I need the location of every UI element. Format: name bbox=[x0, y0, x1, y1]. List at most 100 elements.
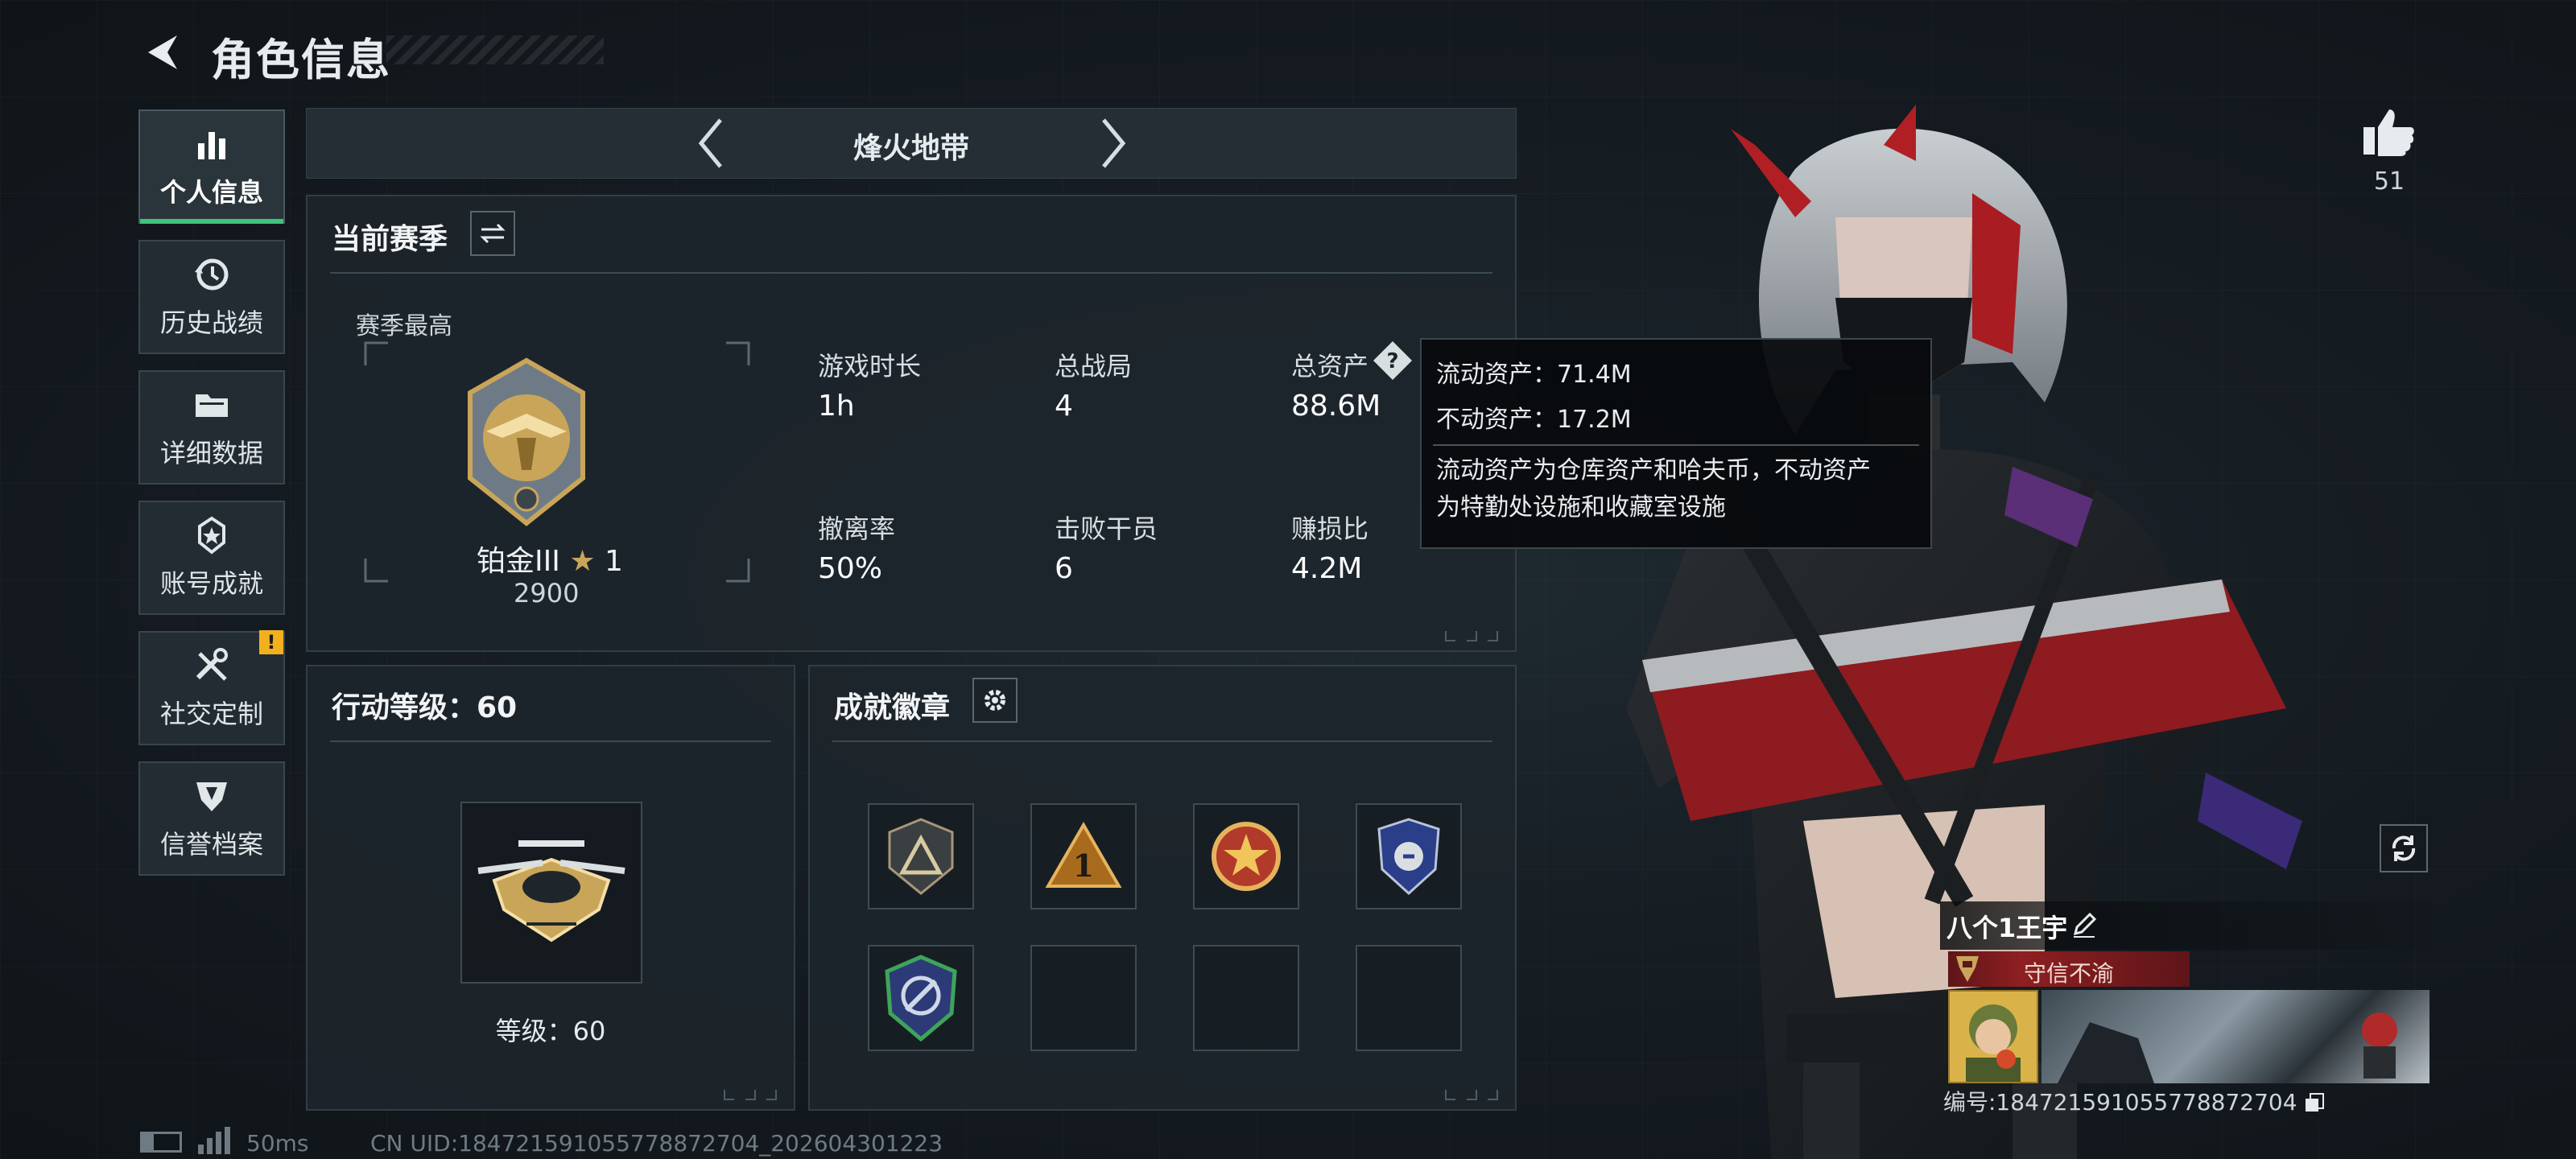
sidebar-item-history[interactable]: 历史战绩 bbox=[138, 240, 285, 354]
mode-selector: 烽火地带 bbox=[306, 108, 1517, 179]
stat-value-profit-loss: 4.2M bbox=[1291, 552, 1363, 585]
helicopter-emblem-icon bbox=[477, 840, 625, 942]
sidebar-item-personal-info[interactable]: 个人信息 bbox=[138, 109, 285, 224]
ping-value: 50ms bbox=[246, 1130, 309, 1157]
divider bbox=[330, 272, 1492, 274]
corner-decoration bbox=[724, 1090, 777, 1100]
achievement-slot-2[interactable]: 1 bbox=[1030, 803, 1137, 909]
bar-chart-icon bbox=[198, 132, 225, 159]
help-icon[interactable]: ? bbox=[1372, 340, 1414, 382]
tooltip-desc-line1: 流动资产为仓库资产和哈夫币，不动资产 bbox=[1436, 456, 1871, 485]
edit-pencil-icon[interactable] bbox=[2070, 911, 2098, 938]
rank-stars: 1 bbox=[605, 545, 623, 578]
history-clock-icon bbox=[195, 258, 229, 291]
refresh-icon bbox=[2392, 835, 2416, 861]
achievement-slot-5[interactable] bbox=[868, 945, 974, 1051]
stat-label-total-assets: 总资产 bbox=[1291, 351, 1369, 382]
avatar-character-icon bbox=[1966, 1004, 2021, 1082]
achievement-slot-empty[interactable] bbox=[1193, 945, 1299, 1051]
stat-label-extract-rate: 撤离率 bbox=[818, 514, 896, 544]
achievement-slot-empty[interactable] bbox=[1030, 945, 1137, 1051]
level-emblem-frame bbox=[460, 802, 642, 984]
shield-emblem-icon bbox=[196, 782, 227, 811]
sidebar-item-credit-record[interactable]: 信誉档案 bbox=[138, 761, 285, 876]
season-panel: 当前赛季 赛季最高 铂金III ★ 1 2900 游戏时长 1h 总战局 4 总… bbox=[306, 195, 1517, 652]
player-avatar[interactable] bbox=[1948, 990, 2038, 1083]
corner-decoration bbox=[1445, 1090, 1498, 1100]
divider bbox=[330, 740, 771, 742]
season-title: 当前赛季 bbox=[332, 223, 448, 256]
player-banner[interactable] bbox=[2041, 990, 2429, 1083]
gear-icon bbox=[985, 690, 1005, 711]
stat-value-extract-rate: 50% bbox=[818, 552, 883, 585]
star-icon: ★ bbox=[569, 545, 596, 578]
assets-tooltip: 流动资产：71.4M 不动资产：17.2M 流动资产为仓库资产和哈夫币，不动资产… bbox=[1420, 338, 1932, 549]
divider bbox=[1433, 444, 1919, 446]
tools-icon bbox=[196, 648, 228, 681]
swap-arrows-icon bbox=[480, 223, 506, 244]
level-label: 等级：60 bbox=[495, 1016, 606, 1046]
svg-text:?: ? bbox=[1386, 349, 1398, 373]
number-one-badge-icon: 1 bbox=[1045, 822, 1122, 888]
sidebar-item-label: 社交定制 bbox=[159, 699, 263, 729]
achievement-slot-empty[interactable] bbox=[1356, 945, 1462, 1051]
signal-bars-icon bbox=[198, 1127, 230, 1154]
folder-icon bbox=[196, 394, 228, 417]
level-title: 行动等级：60 bbox=[332, 691, 518, 724]
achievements-title: 成就徽章 bbox=[834, 691, 951, 724]
divider bbox=[832, 740, 1492, 742]
banner-artwork-icon bbox=[2058, 1013, 2397, 1083]
corner-decoration bbox=[1445, 631, 1498, 641]
chevron-right-icon[interactable] bbox=[1096, 115, 1131, 171]
player-name-card: 八个1王宇 守信不渝 bbox=[1940, 901, 2431, 1087]
achievement-slot-3[interactable] bbox=[1193, 803, 1299, 909]
achievements-settings-button[interactable] bbox=[972, 678, 1018, 723]
stat-label-profit-loss: 赚损比 bbox=[1291, 514, 1369, 544]
mode-name: 烽火地带 bbox=[852, 132, 969, 165]
season-switch-button[interactable] bbox=[470, 211, 515, 256]
level-panel: 行动等级：60 等级：60 bbox=[306, 665, 795, 1111]
wing-shield-badge-icon bbox=[1377, 818, 1440, 896]
stat-label-operators-defeated: 击败干员 bbox=[1055, 514, 1158, 544]
sidebar-item-label: 信誉档案 bbox=[159, 829, 263, 860]
star-medal-badge-icon bbox=[1212, 822, 1281, 891]
svg-text:1: 1 bbox=[1073, 848, 1094, 884]
rotate-view-button[interactable] bbox=[2380, 824, 2428, 872]
player-name: 八个1王宇 bbox=[1946, 913, 2068, 943]
achievement-slot-1[interactable] bbox=[868, 803, 974, 909]
stat-label-total-matches: 总战局 bbox=[1055, 351, 1133, 382]
achievement-star-icon bbox=[198, 516, 225, 555]
stat-value-operators-defeated: 6 bbox=[1055, 552, 1073, 585]
title-decoration bbox=[386, 35, 604, 64]
copy-icon[interactable] bbox=[2304, 1092, 2325, 1113]
sidebar-item-label: 详细数据 bbox=[159, 438, 263, 468]
tooltip-desc-line2: 为特勤处设施和收藏室设施 bbox=[1436, 493, 1726, 522]
platinum-rank-emblem bbox=[468, 357, 585, 526]
satellite-badge-icon bbox=[885, 955, 957, 1042]
stat-value-playtime: 1h bbox=[818, 390, 855, 423]
uid-text: CN UID:184721591055778872704_20260430122… bbox=[370, 1130, 943, 1157]
warning-badge: ! bbox=[259, 630, 283, 654]
like-count: 51 bbox=[2373, 167, 2405, 196]
reputation-tag-label: 守信不渝 bbox=[2023, 960, 2114, 987]
tooltip-liquid-assets: 流动资产：71.4M bbox=[1436, 361, 1632, 389]
player-id: 编号:184721591055778872704 bbox=[1943, 1085, 2325, 1117]
reputation-tag: 守信不渝 bbox=[1948, 951, 2190, 987]
stat-value-total-matches: 4 bbox=[1055, 390, 1073, 423]
tooltip-fixed-assets: 不动资产：17.2M bbox=[1436, 406, 1632, 434]
sidebar-item-detailed-data[interactable]: 详细数据 bbox=[138, 370, 285, 485]
rank-points: 2900 bbox=[514, 578, 580, 608]
page-title: 角色信息 bbox=[211, 35, 391, 85]
battery-icon bbox=[140, 1132, 182, 1153]
sidebar-item-label: 个人信息 bbox=[159, 177, 263, 208]
season-best-label: 赛季最高 bbox=[356, 312, 452, 340]
achievement-slot-4[interactable] bbox=[1356, 803, 1462, 909]
back-arrow-icon[interactable] bbox=[142, 31, 185, 74]
name-row: 八个1王宇 bbox=[1940, 901, 2431, 950]
rank-name: 铂金III ★ 1 bbox=[477, 545, 623, 578]
sidebar-item-achievements[interactable]: 账号成就 bbox=[138, 501, 285, 615]
thumbs-up-icon[interactable] bbox=[2362, 106, 2417, 158]
stat-label-playtime: 游戏时长 bbox=[818, 351, 922, 382]
triangle-badge-icon bbox=[888, 818, 954, 895]
achievements-panel: 成就徽章 1 bbox=[808, 665, 1517, 1111]
